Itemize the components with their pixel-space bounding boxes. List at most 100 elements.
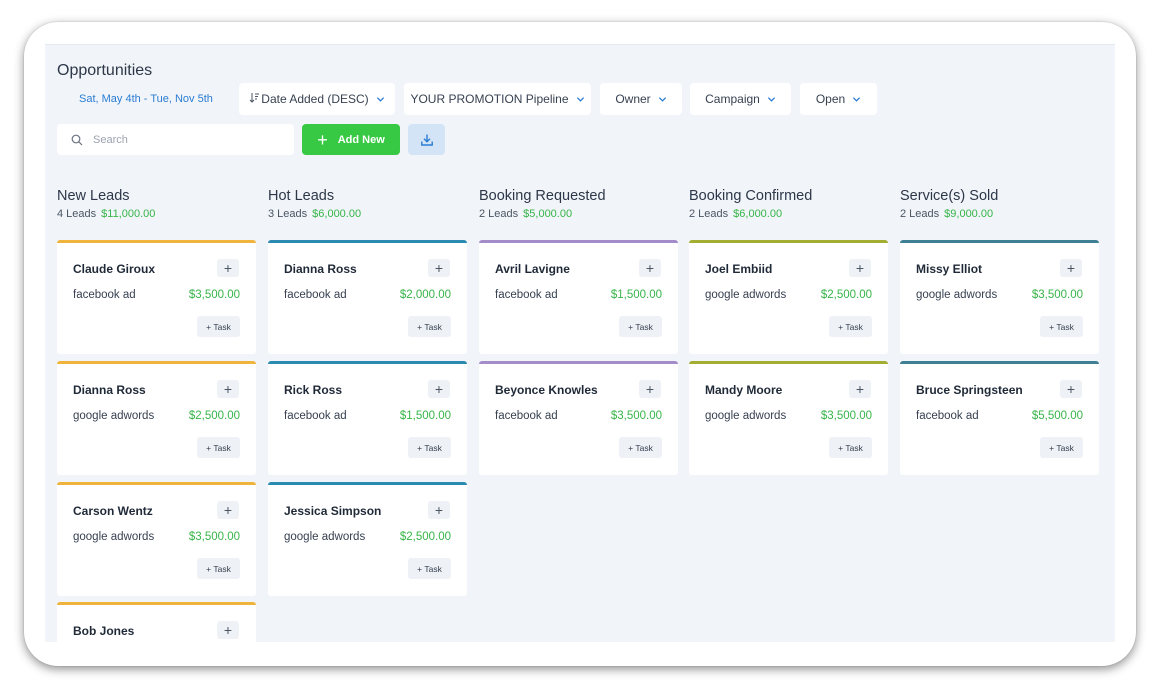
add-icon[interactable]: + [217,501,239,519]
add-task-button[interactable]: + Task [408,437,451,458]
lead-source: google adwords [73,410,155,422]
lead-count: 2 Leads [479,208,519,220]
opportunity-card[interactable]: Dianna Ross + google adwords $2,500.00 +… [57,361,256,475]
chevron-down-icon [658,96,666,102]
column-summary: 3 Leads $6,000.00 [268,208,467,220]
column-title: Booking Requested [479,188,606,204]
download-button[interactable] [408,124,445,155]
pipeline-label: YOUR PROMOTION Pipeline [410,92,569,106]
owner-label: Owner [615,92,651,106]
opportunity-card[interactable]: Rick Ross + facebook ad $1,500.00 + Task [268,361,467,475]
add-task-button[interactable]: + Task [197,316,240,337]
add-icon[interactable]: + [849,380,871,398]
opportunity-card[interactable]: Bob Jones + [57,602,256,642]
column-services-sold: Service(s) Sold 2 Leads $9,000.00 Missy E… [900,188,1099,475]
opportunity-value: $3,500.00 [188,531,240,543]
contact-name: Carson Wentz [73,504,153,518]
opportunity-value: $3,500.00 [1031,289,1083,301]
column-summary: 2 Leads $6,000.00 [689,208,888,220]
add-new-button[interactable]: + Add New [302,124,400,155]
campaign-dropdown[interactable]: Campaign [690,83,791,115]
add-icon[interactable]: + [849,259,871,277]
opportunity-value: $5,500.00 [1031,410,1083,422]
add-task-button[interactable]: + Task [197,437,240,458]
contact-name: Jessica Simpson [284,504,382,518]
opportunity-value: $3,500.00 [610,410,662,422]
contact-name: Bruce Springsteen [916,383,1023,397]
add-task-button[interactable]: + Task [408,316,451,337]
opportunity-card[interactable]: Beyonce Knowles + facebook ad $3,500.00 … [479,361,678,475]
add-task-button[interactable]: + Task [1040,437,1083,458]
add-icon[interactable]: + [217,380,239,398]
opportunity-card[interactable]: Avril Lavigne + facebook ad $1,500.00 + … [479,240,678,354]
opportunity-card[interactable]: Missy Elliot + google adwords $3,500.00 … [900,240,1099,354]
opportunity-value: $3,500.00 [820,410,872,422]
lead-count: 3 Leads [268,208,308,220]
device-frame: Opportunities Sat, May 4th - Tue, Nov 5t… [24,22,1136,666]
add-icon[interactable]: + [217,259,239,277]
lead-count: 2 Leads [689,208,729,220]
download-icon [420,134,433,146]
column-summary: 2 Leads $5,000.00 [479,208,678,220]
column-booking-requested: Booking Requested 2 Leads $5,000.00 Avril… [479,188,678,475]
page-title: Opportunities [57,62,153,79]
add-icon[interactable]: + [639,259,661,277]
lead-source: facebook ad [284,289,347,301]
contact-name: Dianna Ross [73,383,146,397]
opportunity-card[interactable]: Dianna Ross + facebook ad $2,000.00 + Ta… [268,240,467,354]
contact-name: Mandy Moore [705,383,783,397]
opportunity-card[interactable]: Mandy Moore + google adwords $3,500.00 +… [689,361,888,475]
opportunity-card[interactable]: Bruce Springsteen + facebook ad $5,500.0… [900,361,1099,475]
lead-source: facebook ad [73,289,136,301]
contact-name: Rick Ross [284,383,343,397]
contact-name: Missy Elliot [916,262,983,276]
add-icon[interactable]: + [1060,259,1082,277]
lead-count: 2 Leads [900,208,940,220]
column-total: $5,000.00 [523,208,573,220]
pipeline-dropdown[interactable]: YOUR PROMOTION Pipeline [404,83,591,115]
opportunity-card[interactable]: Jessica Simpson + google adwords $2,500.… [268,482,467,596]
add-task-button[interactable]: + Task [1040,316,1083,337]
add-task-button[interactable]: + Task [829,437,872,458]
search-input[interactable] [93,133,273,146]
add-icon[interactable]: + [428,501,450,519]
sort-dropdown[interactable]: Date Added (DESC) [239,83,395,115]
column-booking-confirmed: Booking Confirmed 2 Leads $6,000.00 Joel … [689,188,888,475]
chevron-down-icon [376,96,384,102]
contact-name: Bob Jones [73,624,135,638]
contact-name: Joel Embiid [705,262,773,276]
add-icon[interactable]: + [639,380,661,398]
add-task-button[interactable]: + Task [619,316,662,337]
opportunity-card[interactable]: Claude Giroux + facebook ad $3,500.00 + … [57,240,256,354]
column-total: $11,000.00 [101,208,156,220]
top-strip [45,35,1115,45]
date-range-picker[interactable]: Sat, May 4th - Tue, Nov 5th [79,93,213,105]
contact-name: Claude Giroux [73,262,156,276]
add-icon[interactable]: + [428,259,450,277]
search-icon [71,134,83,145]
add-task-button[interactable]: + Task [408,558,451,579]
campaign-label: Campaign [705,92,760,106]
opportunity-card[interactable]: Carson Wentz + google adwords $3,500.00 … [57,482,256,596]
opportunity-card[interactable]: Joel Embiid + google adwords $2,500.00 +… [689,240,888,354]
column-total: $9,000.00 [944,208,994,220]
add-icon[interactable]: + [217,621,239,639]
add-task-button[interactable]: + Task [619,437,662,458]
column-summary: 2 Leads $9,000.00 [900,208,1099,220]
add-icon[interactable]: + [1060,380,1082,398]
chevron-down-icon [576,96,584,102]
opportunity-value: $1,500.00 [610,289,662,301]
add-icon[interactable]: + [428,380,450,398]
status-dropdown[interactable]: Open [800,83,877,115]
plus-icon: + [317,129,328,150]
chevron-down-icon [767,96,775,102]
opportunity-value: $2,500.00 [399,531,451,543]
opportunity-value: $2,500.00 [188,410,240,422]
sort-icon [249,92,260,106]
owner-dropdown[interactable]: Owner [600,83,682,115]
add-task-button[interactable]: + Task [829,316,872,337]
lead-source: google adwords [705,289,787,301]
column-title: Hot Leads [268,188,335,204]
add-task-button[interactable]: + Task [197,558,240,579]
status-label: Open [815,92,846,106]
